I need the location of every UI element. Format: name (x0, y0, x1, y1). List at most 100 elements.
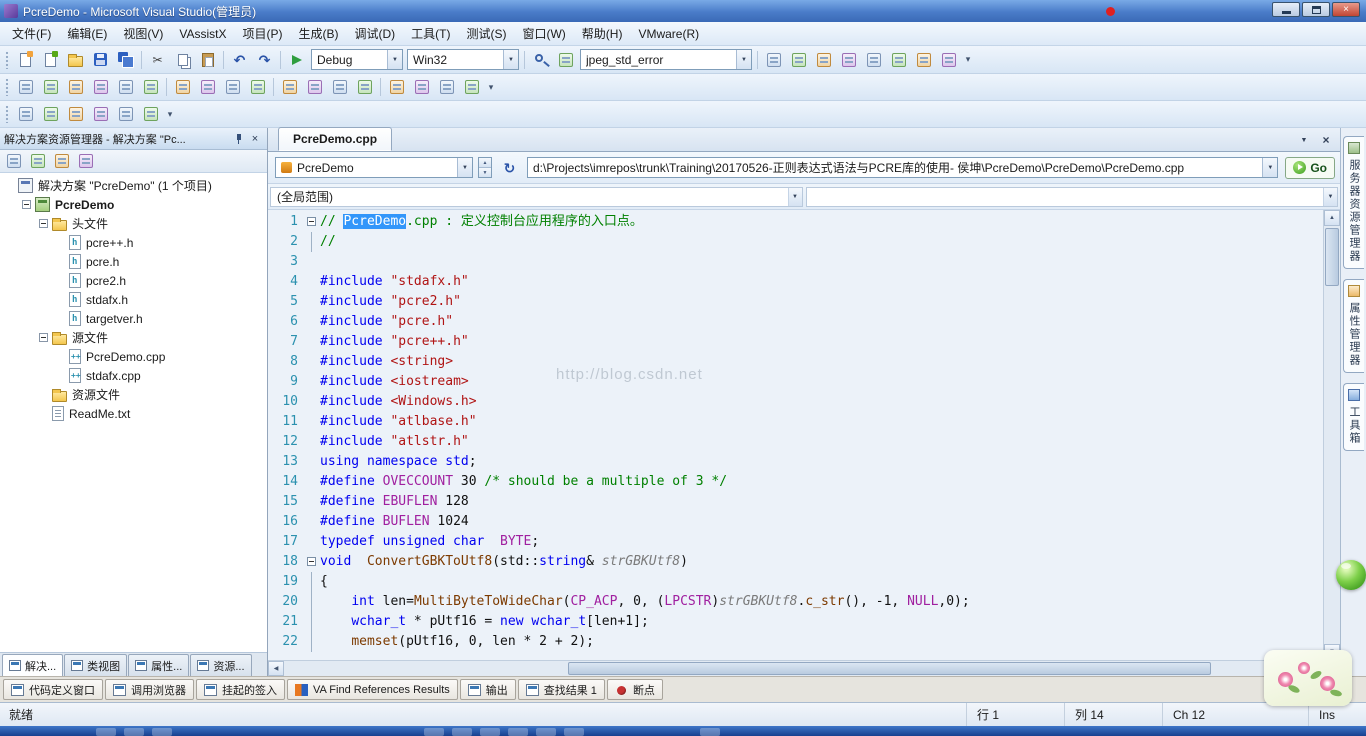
find-symbol-button[interactable] (761, 49, 786, 71)
left-panel-tab[interactable]: 资源... (190, 654, 251, 676)
collapse-region-icon[interactable] (307, 557, 316, 566)
menu-item[interactable]: 编辑(E) (59, 21, 115, 46)
complete-word-button[interactable] (245, 76, 270, 98)
taskbar-item[interactable] (480, 728, 500, 736)
bottom-tool-tab[interactable]: 输出 (460, 679, 516, 700)
redo-button[interactable]: ↷ (252, 49, 277, 71)
properties-button[interactable] (3, 151, 25, 171)
extension-button[interactable] (936, 49, 961, 71)
properties-window-button[interactable] (811, 49, 836, 71)
cut-button[interactable]: ✂ (145, 49, 170, 71)
maximize-button[interactable] (1302, 2, 1330, 17)
document-list-dropdown-button[interactable]: ▼ (1296, 132, 1312, 148)
bookmark-toggle-button[interactable] (384, 76, 409, 98)
sync-file-button[interactable]: ↻ (497, 157, 522, 179)
code-line[interactable]: 16#define BUFLEN 1024 (268, 512, 1323, 532)
refresh-button[interactable] (51, 151, 73, 171)
param-info-button[interactable] (195, 76, 220, 98)
code-line[interactable]: 10#include <Windows.h> (268, 392, 1323, 412)
close-button[interactable]: × (1332, 2, 1360, 17)
menu-item[interactable]: VMware(R) (630, 23, 707, 45)
va-spell-check-button[interactable] (138, 76, 163, 98)
code-line[interactable]: 21 wchar_t * pUtf16 = new wchar_t[len+1]… (268, 612, 1323, 632)
collapse-region-icon[interactable] (307, 217, 316, 226)
code-line[interactable]: 20 int len=MultiByteToWideChar(CP_ACP, 0… (268, 592, 1323, 612)
bottom-tool-tab[interactable]: VA Find References Results (287, 679, 458, 700)
chevron-down-icon[interactable]: ▼ (457, 158, 472, 177)
search-combo[interactable]: jpeg_std_error▼ (580, 49, 752, 70)
va-open-file-button[interactable] (38, 76, 63, 98)
bottom-tool-tab[interactable]: 查找结果 1 (518, 679, 605, 700)
taskbar-item[interactable] (564, 728, 584, 736)
collapse-icon[interactable] (22, 200, 31, 209)
code-line[interactable]: 9#include <iostream> (268, 372, 1323, 392)
go-button[interactable]: Go (1285, 157, 1335, 179)
bottom-tool-tab[interactable]: 断点 (607, 679, 663, 700)
list-members-button[interactable] (170, 76, 195, 98)
taskbar-item[interactable] (124, 728, 144, 736)
code-line[interactable]: 22 memset(pUtf16, 0, len * 2 + 2); (268, 632, 1323, 652)
code-line[interactable]: 3 (268, 252, 1323, 272)
chevron-down-icon[interactable]: ▼ (1323, 188, 1337, 206)
menu-item[interactable]: 帮助(H) (574, 21, 631, 46)
copy-button[interactable] (170, 49, 195, 71)
code-line[interactable]: 14#define OVECCOUNT 30 /* should be a mu… (268, 472, 1323, 492)
tree-item[interactable]: 源文件 (0, 328, 267, 347)
windows-taskbar[interactable] (0, 726, 1366, 736)
task-list-button[interactable] (113, 103, 138, 125)
right-dock-tab[interactable]: 服务器资源管理器 (1343, 136, 1364, 269)
taskbar-item[interactable] (424, 728, 444, 736)
vertical-scroll-thumb[interactable] (1325, 228, 1339, 286)
floating-ball-icon[interactable] (1336, 560, 1366, 590)
taskbar-item[interactable] (508, 728, 528, 736)
ime-flower-decoration[interactable] (1264, 650, 1352, 706)
indent-button[interactable] (277, 76, 302, 98)
quick-info-button[interactable] (220, 76, 245, 98)
find-in-files-button[interactable] (553, 49, 578, 71)
config-combo[interactable]: Debug▼ (311, 49, 403, 70)
chevron-down-icon[interactable]: ▼ (1262, 158, 1277, 177)
tree-item[interactable]: ReadMe.txt (0, 404, 267, 423)
save-button[interactable] (88, 49, 113, 71)
tree-item[interactable]: pcre++.h (0, 233, 267, 252)
taskbar-item[interactable] (452, 728, 472, 736)
chevron-down-icon[interactable]: ▼ (387, 50, 402, 69)
bottom-tool-tab[interactable]: 挂起的签入 (196, 679, 285, 700)
collapse-icon[interactable] (39, 219, 48, 228)
tree-item[interactable]: PcreDemo (0, 195, 267, 214)
va-find-refs-button[interactable] (113, 76, 138, 98)
solution-explorer-button[interactable] (786, 49, 811, 71)
code-line[interactable]: 6#include "pcre.h" (268, 312, 1323, 332)
code-line[interactable]: 1// PcreDemo.cpp : 定义控制台应用程序的入口点。 (268, 212, 1323, 232)
horizontal-scrollbar[interactable]: ◀ ▶ (268, 660, 1340, 676)
code-line[interactable]: 17typedef unsigned char BYTE; (268, 532, 1323, 552)
bottom-tool-tab[interactable]: 代码定义窗口 (3, 679, 103, 700)
file-path-combo[interactable]: d:\Projects\imrepos\trunk\Training\20170… (527, 157, 1278, 178)
minimize-button[interactable] (1272, 2, 1300, 17)
menu-item[interactable]: 项目(P) (234, 21, 290, 46)
open-file-button[interactable] (63, 49, 88, 71)
document-outline-button[interactable] (138, 103, 163, 125)
code-line[interactable]: 12#include "atlstr.h" (268, 432, 1323, 452)
chevron-down-icon[interactable]: ▼ (788, 188, 802, 206)
menu-item[interactable]: 工具(T) (403, 21, 458, 46)
left-panel-tab[interactable]: 属性... (128, 654, 189, 676)
code-line[interactable]: 4#include "stdafx.h" (268, 272, 1323, 292)
document-close-button[interactable]: × (1318, 132, 1334, 148)
tree-item[interactable]: stdafx.h (0, 290, 267, 309)
find-symbol-results-button[interactable] (63, 103, 88, 125)
view-code-button[interactable] (75, 151, 97, 171)
tree-item[interactable]: targetver.h (0, 309, 267, 328)
code-line[interactable]: 5#include "pcre2.h" (268, 292, 1323, 312)
menu-item[interactable]: 调试(D) (346, 21, 403, 46)
new-item-button[interactable] (13, 49, 38, 71)
menu-item[interactable]: 文件(F) (4, 21, 59, 46)
add-item-button[interactable] (38, 49, 63, 71)
va-open-corresponding-button[interactable] (63, 76, 88, 98)
context-combo[interactable]: PcreDemo ▼ (275, 157, 473, 178)
tree-item[interactable]: pcre.h (0, 252, 267, 271)
code-line[interactable]: 7#include "pcre++.h" (268, 332, 1323, 352)
code-line[interactable]: 15#define EBUFLEN 128 (268, 492, 1323, 512)
navigate-forward-button[interactable] (38, 103, 63, 125)
code-line[interactable]: 8#include <string> (268, 352, 1323, 372)
